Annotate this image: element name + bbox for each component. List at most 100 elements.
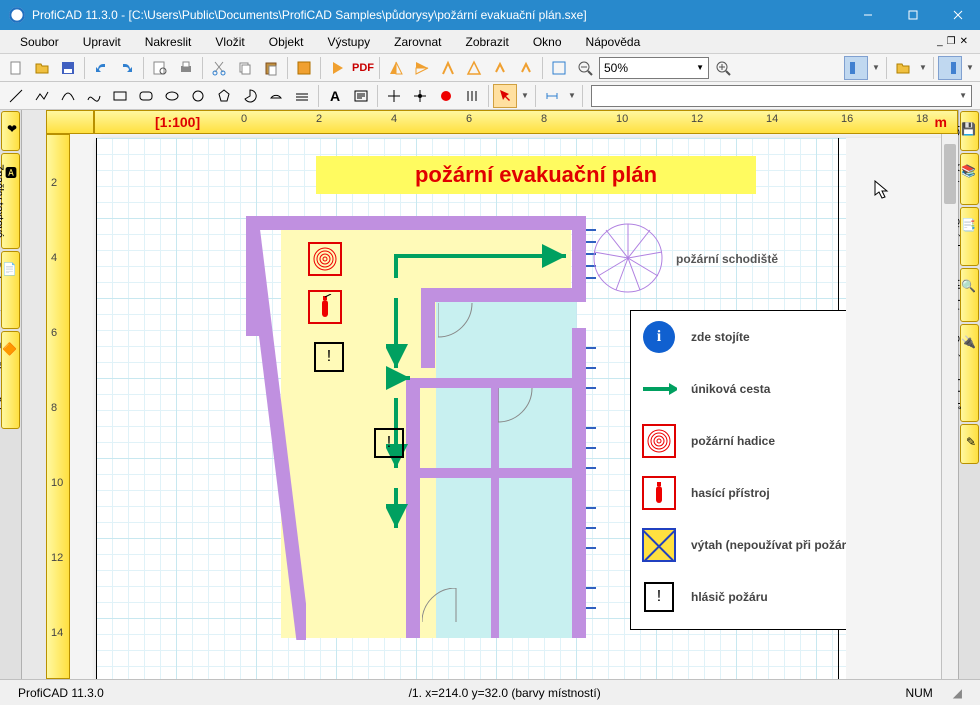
plan-alarm-symbol-2: !: [374, 428, 404, 458]
panel-toggle2-button[interactable]: [938, 56, 962, 80]
ruler-unit-label: m: [935, 114, 947, 130]
left-tab-znacky-textove[interactable]: 🅰Značky textové: [1, 153, 20, 249]
right-tab-io[interactable]: 💾IO: [960, 111, 979, 151]
draw-circle-button[interactable]: [186, 84, 210, 108]
doc-restore-icon[interactable]: ❐: [947, 36, 956, 47]
zoom-out-button[interactable]: [573, 56, 597, 80]
dimension-button[interactable]: [382, 84, 406, 108]
alarm-icon: !: [644, 582, 674, 612]
panel-toggle1-dropdown[interactable]: ▼: [870, 56, 882, 80]
text-button[interactable]: A: [323, 84, 347, 108]
statusbar: ProfiCAD 11.3.0 /1. x=214.0 y=32.0 (barv…: [0, 679, 980, 705]
pdf-export-button[interactable]: PDF: [351, 56, 375, 80]
undo-button[interactable]: [89, 56, 113, 80]
menu-objekt[interactable]: Objekt: [257, 32, 316, 52]
doc-close-icon[interactable]: ✕: [960, 36, 968, 47]
menu-vystupy[interactable]: Výstupy: [315, 32, 382, 52]
vertical-scrollbar[interactable]: [941, 134, 958, 679]
left-tab-dokumenty[interactable]: 📄Dokumenty: [1, 251, 20, 329]
elevator-icon: [642, 528, 676, 562]
window-minimize-button[interactable]: [845, 0, 890, 30]
status-resize-grip-icon[interactable]: ◢: [943, 686, 972, 700]
select-button[interactable]: [493, 84, 517, 108]
copy-button[interactable]: [233, 56, 257, 80]
connector-button[interactable]: [434, 84, 458, 108]
menu-okno[interactable]: Okno: [521, 32, 574, 52]
menubar: Soubor Upravit Nakreslit Vložit Objekt V…: [0, 30, 980, 54]
status-app-name: ProfiCAD 11.3.0: [8, 686, 114, 700]
print-button[interactable]: [174, 56, 198, 80]
right-tab-more[interactable]: ✎: [960, 424, 979, 464]
rotate-button[interactable]: [462, 56, 486, 80]
measure-button[interactable]: [540, 84, 564, 108]
select-dropdown[interactable]: ▼: [519, 84, 531, 108]
window-maximize-button[interactable]: [890, 0, 935, 30]
draw-polygon-button[interactable]: [212, 84, 236, 108]
left-tab-favorites[interactable]: ❤: [1, 111, 20, 151]
flip-v-button[interactable]: [410, 56, 434, 80]
draw-rect-button[interactable]: [108, 84, 132, 108]
menu-soubor[interactable]: Soubor: [8, 32, 71, 52]
ruler-corner: [46, 110, 94, 134]
door-arc-1: [438, 303, 474, 339]
menu-zarovnat[interactable]: Zarovnat: [382, 32, 453, 52]
legend-row-alarm: ! hlásič požáru: [631, 571, 869, 623]
plan-firehose-symbol: [308, 242, 342, 276]
new-file-button[interactable]: [4, 56, 28, 80]
folder-button[interactable]: [891, 56, 915, 80]
menu-zobrazit[interactable]: Zobrazit: [453, 32, 520, 52]
menu-nakreslit[interactable]: Nakreslit: [133, 32, 204, 52]
draw-arc-button[interactable]: [56, 84, 80, 108]
text-block-button[interactable]: [349, 84, 373, 108]
busbar-button[interactable]: [460, 84, 484, 108]
paste-button[interactable]: [259, 56, 283, 80]
right-tab-vrstvy[interactable]: 📚Vrstvy: [960, 153, 979, 205]
panel-toggle1-button[interactable]: [844, 56, 868, 80]
ruler-vertical[interactable]: 2 4 6 8 10 12 14: [46, 134, 70, 679]
print-preview-button[interactable]: [148, 56, 172, 80]
zoom-window-button[interactable]: [547, 56, 571, 80]
flip-h-button[interactable]: [384, 56, 408, 80]
panel-toggle2-dropdown[interactable]: ▼: [964, 56, 976, 80]
plan-title-banner: požární evakuační plán: [316, 156, 756, 194]
menu-vlozit[interactable]: Vložit: [203, 32, 256, 52]
draw-ellipse-button[interactable]: [160, 84, 184, 108]
legend-box: i zde stojíte úniková cesta požární hadi…: [630, 310, 870, 630]
extinguisher-icon: [642, 476, 676, 510]
mirror-button[interactable]: [436, 56, 460, 80]
draw-roundrect-button[interactable]: [134, 84, 158, 108]
right-tab-stranky[interactable]: 📑Stránky: [960, 207, 979, 266]
draw-polyline-button[interactable]: [30, 84, 54, 108]
drawing-canvas[interactable]: požární evakuační plán: [70, 134, 958, 679]
junction-button[interactable]: [408, 84, 432, 108]
left-tab-znacky-graficky[interactable]: 🔶Značky graficky: [1, 331, 20, 429]
door-marks2: [586, 338, 596, 628]
draw-chord-button[interactable]: [264, 84, 288, 108]
ruler-horizontal[interactable]: [1:100] 0 2 4 6 8 10 12 14 16 18 m: [94, 110, 958, 134]
draw-spline-button[interactable]: [82, 84, 106, 108]
run-button[interactable]: [325, 56, 349, 80]
window-close-button[interactable]: [935, 0, 980, 30]
settings-button[interactable]: [292, 56, 316, 80]
right-tab-hledat[interactable]: 🔍Hledat: [960, 268, 979, 322]
open-file-button[interactable]: [30, 56, 54, 80]
zoom-in-button[interactable]: [711, 56, 735, 80]
save-button[interactable]: [56, 56, 80, 80]
folder-dropdown[interactable]: ▼: [917, 56, 929, 80]
menu-napoveda[interactable]: Nápověda: [574, 32, 653, 52]
doc-minimize-icon[interactable]: _: [937, 36, 943, 47]
menu-upravit[interactable]: Upravit: [71, 32, 133, 52]
cut-button[interactable]: [207, 56, 231, 80]
plan-extinguisher-symbol: [308, 290, 342, 324]
command-input[interactable]: ▼: [591, 85, 972, 107]
draw-hatch-button[interactable]: [290, 84, 314, 108]
ruler-scale-label: [1:100]: [155, 114, 200, 130]
right-tab-kabely[interactable]: 🔌Správce kabelů: [960, 324, 979, 422]
draw-pie-button[interactable]: [238, 84, 262, 108]
draw-line-button[interactable]: [4, 84, 28, 108]
measure-dropdown[interactable]: ▼: [566, 84, 578, 108]
transform1-button[interactable]: [488, 56, 512, 80]
redo-button[interactable]: [115, 56, 139, 80]
zoom-level-combo[interactable]: 50%▼: [599, 57, 709, 79]
transform2-button[interactable]: [514, 56, 538, 80]
